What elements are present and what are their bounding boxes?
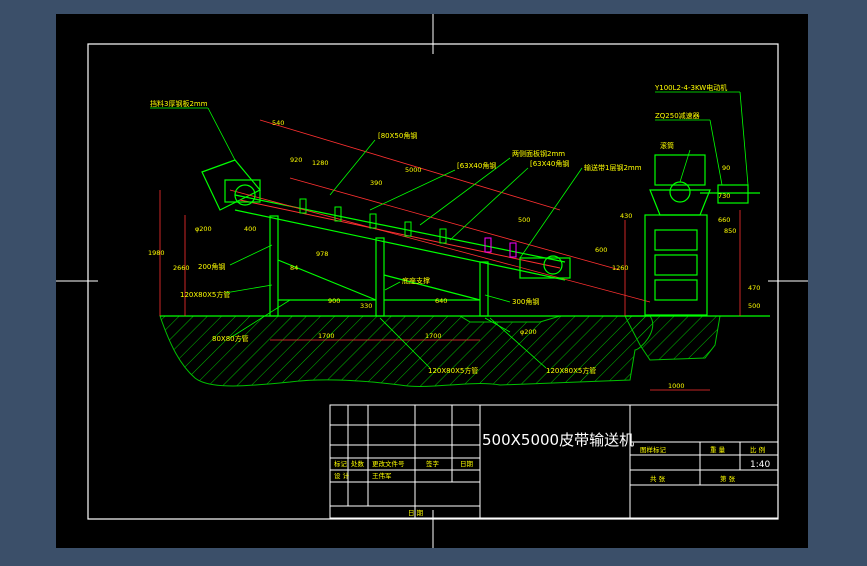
dim-1000: 1000 — [668, 382, 685, 390]
dim-470: 470 — [748, 284, 760, 292]
tb-sheet-of: 第 张 — [720, 474, 736, 483]
label-reducer: ZQ250减速器 — [655, 111, 700, 120]
label-angle-200: 200角钢 — [198, 262, 225, 271]
label-base-tube: 80X80方管 — [212, 334, 249, 343]
label-channel-b: [63X40角钢 — [457, 161, 496, 170]
label-channel-c: [63X40角钢 — [530, 159, 569, 168]
dim-200a: φ200 — [195, 225, 212, 233]
dim-1700: 1700 — [318, 332, 335, 340]
dim-2660: 2660 — [173, 264, 190, 272]
dim-390: 390 — [370, 179, 382, 187]
tb-designer-name: 王伟军 — [372, 471, 392, 480]
tb-col-file: 更改文件号 — [372, 459, 405, 468]
dim-600: 600 — [595, 246, 607, 254]
dim-730: 730 — [718, 192, 730, 200]
drawing-title: 500X5000皮带输送机 — [482, 431, 634, 449]
dim-500b: 500 — [748, 302, 760, 310]
label-mount-bar: 底座支撑 — [402, 276, 430, 285]
dim-5000: 5000 — [405, 166, 422, 174]
tb-col-mark: 标记 — [334, 459, 348, 468]
label-hopper-plate: 挡料3厚钢板2mm — [150, 99, 208, 108]
tb-sheet: 共 张 — [650, 474, 666, 483]
tb-designer: 设 计 — [334, 471, 350, 480]
label-tube-b: 120X80X5方管 — [428, 366, 478, 375]
dim-1260: 1260 — [612, 264, 629, 272]
dim-900: 900 — [328, 297, 340, 305]
tb-col-date: 日期 — [460, 460, 474, 468]
tb-col-sign: 签字 — [426, 459, 440, 468]
dim-1280: 1280 — [312, 159, 329, 167]
dim-400: 400 — [244, 225, 256, 233]
tb-approve: 日 期 — [408, 509, 424, 517]
tb-col-count: 处数 — [351, 459, 365, 468]
dim-500: 500 — [518, 216, 530, 224]
drawing-viewport: 挡料3厚钢板2mm [80X50角钢 [63X40角钢 两侧面板钢2mm [63… — [0, 0, 867, 562]
tb-weight: 重 量 — [710, 446, 726, 454]
drawing-scale: 1:40 — [750, 460, 770, 470]
dim-200b: φ200 — [520, 328, 537, 336]
dim-920: 920 — [290, 156, 302, 164]
label-frame-plate: 两侧面板钢2mm — [512, 149, 565, 158]
dim-330: 330 — [360, 302, 372, 310]
label-conveyor-plate: 输送带1层钢2mm — [584, 163, 642, 172]
dim-660: 660 — [718, 216, 730, 224]
dim-540: 540 — [272, 119, 284, 127]
tb-ratio: 比 例 — [750, 445, 765, 454]
dim-1700b: 1700 — [425, 332, 442, 340]
tb-stage: 图样标记 — [640, 445, 667, 454]
dim-430: 430 — [620, 212, 632, 220]
dim-84: 84 — [290, 264, 298, 272]
label-drum: 滚筒 — [660, 141, 674, 150]
dim-978: 978 — [316, 250, 328, 258]
dim-850: 850 — [724, 227, 736, 235]
label-motor: Y100L2-4-3KW电动机 — [654, 83, 727, 92]
dim-1980: 1980 — [148, 249, 165, 257]
cad-drawing: 挡料3厚钢板2mm [80X50角钢 [63X40角钢 两侧面板钢2mm [63… — [56, 14, 808, 548]
label-tube: 120X80X5方管 — [180, 290, 230, 299]
label-angle-300: 300角钢 — [512, 297, 539, 306]
dim-90: 90 — [722, 164, 730, 172]
dim-640: 640 — [435, 297, 447, 305]
label-tube-c: 120X80X5方管 — [546, 366, 596, 375]
label-channel-a: [80X50角钢 — [378, 131, 417, 140]
